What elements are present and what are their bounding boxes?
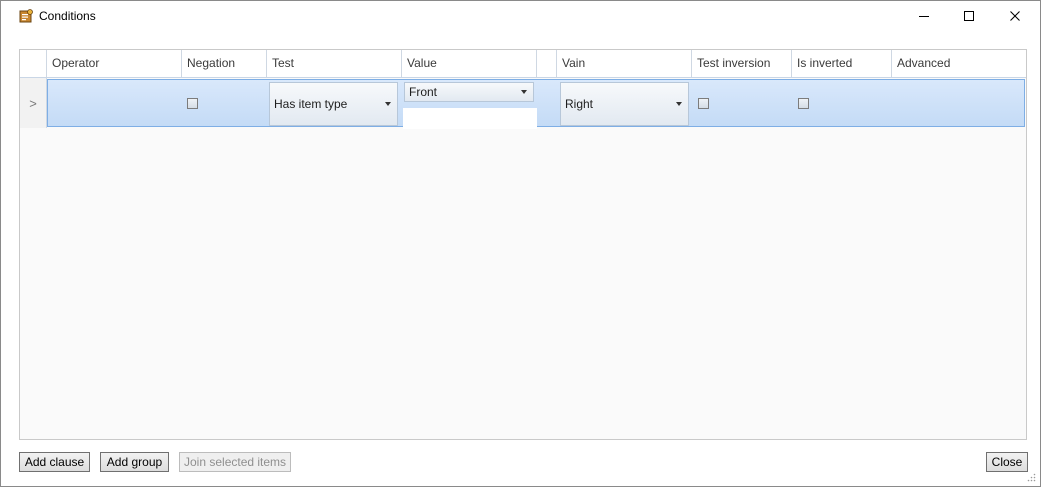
test-inversion-checkbox[interactable] — [698, 98, 709, 109]
maximize-icon — [964, 11, 974, 21]
column-header-advanced[interactable]: Advanced — [892, 50, 1026, 77]
close-button[interactable]: Close — [986, 452, 1028, 472]
row-indicator[interactable]: > — [20, 78, 47, 128]
close-window-button[interactable] — [992, 1, 1038, 31]
column-header-is-inverted[interactable]: Is inverted — [792, 50, 892, 77]
value-text-input[interactable] — [403, 108, 537, 129]
is-inverted-checkbox[interactable] — [798, 98, 809, 109]
table-row[interactable]: > Has item type Front Right — [20, 78, 1026, 129]
join-selected-items-button[interactable]: Join selected items — [179, 452, 291, 472]
test-dropdown-value: Has item type — [274, 97, 348, 111]
negation-checkbox[interactable] — [187, 98, 198, 109]
maximize-button[interactable] — [946, 1, 992, 31]
column-header-negation[interactable]: Negation — [182, 50, 267, 77]
close-icon — [1010, 11, 1020, 21]
conditions-window: Conditions Operator Negation Test Value … — [0, 0, 1041, 487]
minimize-button[interactable] — [901, 1, 947, 31]
column-header-test[interactable]: Test — [267, 50, 402, 77]
row-selection[interactable]: Has item type Front Right — [47, 79, 1025, 129]
resize-grip-icon[interactable] — [1026, 472, 1036, 482]
column-header-vain[interactable]: Vain — [557, 50, 692, 77]
dropdown-arrow-icon — [676, 102, 682, 106]
add-group-button[interactable]: Add group — [100, 452, 169, 472]
title-bar[interactable]: Conditions — [1, 1, 1040, 31]
value-dropdown[interactable]: Front — [404, 82, 534, 102]
column-header-test-inversion[interactable]: Test inversion — [692, 50, 792, 77]
chevron-right-icon: > — [29, 95, 37, 111]
window-title: Conditions — [39, 9, 96, 23]
header-corner — [20, 50, 47, 77]
column-header-spacer[interactable] — [537, 50, 557, 77]
test-dropdown[interactable]: Has item type — [269, 82, 398, 126]
conditions-grid[interactable]: Operator Negation Test Value Vain Test i… — [19, 49, 1027, 440]
column-header-value[interactable]: Value — [402, 50, 537, 77]
vain-dropdown-value: Right — [565, 97, 594, 111]
grid-header: Operator Negation Test Value Vain Test i… — [20, 50, 1026, 78]
column-header-operator[interactable]: Operator — [47, 50, 182, 77]
dropdown-arrow-icon — [521, 90, 527, 94]
conditions-app-icon — [19, 9, 33, 23]
minimize-icon — [919, 16, 929, 17]
dropdown-arrow-icon — [385, 102, 391, 106]
add-clause-button[interactable]: Add clause — [19, 452, 90, 472]
value-dropdown-value: Front — [409, 85, 438, 99]
vain-dropdown[interactable]: Right — [560, 82, 689, 126]
